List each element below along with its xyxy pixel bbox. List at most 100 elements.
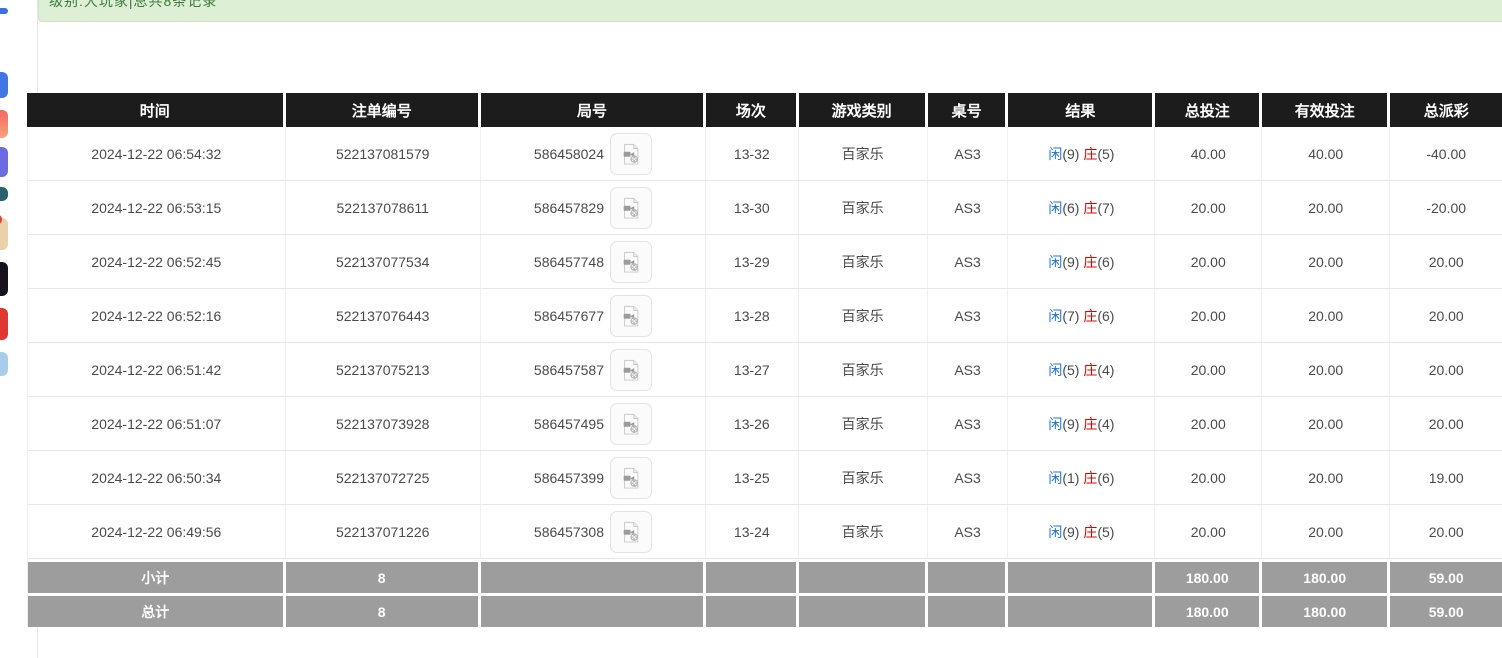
video-replay-button[interactable] — [610, 403, 652, 445]
video-replay-button[interactable] — [610, 457, 652, 499]
column-header-1: 注单编号 — [286, 93, 481, 127]
cell-round-number: 586457308 — [481, 505, 706, 559]
banker-label: 庄 — [1083, 362, 1097, 378]
cell-game-type: 百家乐 — [799, 289, 928, 343]
banker-label: 庄 — [1083, 524, 1097, 540]
cell-payout: 19.00 — [1390, 451, 1502, 505]
round-number-group: 586457748 — [534, 241, 652, 283]
column-header-3: 场次 — [706, 93, 798, 127]
round-number-group: 586458024 — [534, 133, 652, 175]
cell-result: 闲(9) 庄(6) — [1008, 235, 1155, 289]
cell-payout: 20.00 — [1390, 235, 1502, 289]
cell-total-bet[interactable]: 20.00 — [1155, 505, 1262, 559]
black-app-icon — [0, 262, 8, 296]
column-header-6: 结果 — [1008, 93, 1155, 127]
cell-result: 闲(9) 庄(4) — [1008, 397, 1155, 451]
round-number-group: 586457308 — [534, 511, 652, 553]
cell-valid-bet: 20.00 — [1262, 505, 1390, 559]
cell-valid-bet: 20.00 — [1262, 181, 1390, 235]
banker-label: 庄 — [1083, 146, 1097, 162]
cell-table-number: AS3 — [928, 397, 1009, 451]
summary-empty — [928, 559, 1009, 593]
cell-payout: 20.00 — [1390, 289, 1502, 343]
cell-result: 闲(1) 庄(6) — [1008, 451, 1155, 505]
round-number: 586457587 — [534, 362, 604, 378]
summary-empty — [706, 593, 798, 627]
table-row: 2024-12-22 06:50:34522137072725586457399… — [27, 451, 1502, 505]
video-replay-button[interactable] — [610, 133, 652, 175]
cell-table-number: AS3 — [928, 289, 1009, 343]
banker-label: 庄 — [1083, 416, 1097, 432]
cell-table-number: AS3 — [928, 235, 1009, 289]
video-replay-button[interactable] — [610, 187, 652, 229]
cell-game-type: 百家乐 — [799, 397, 928, 451]
bet-history-page: 级别:大玩家|总共8条记录 时间注单编号局号场次游戏类别桌号结果总投注有效投注总… — [0, 0, 1502, 658]
blue-dash-icon — [0, 8, 8, 14]
cell-bet-number: 522137071226 — [286, 505, 481, 559]
cell-result: 闲(6) 庄(7) — [1008, 181, 1155, 235]
cell-bet-number: 522137075213 — [286, 343, 481, 397]
cell-total-bet[interactable]: 20.00 — [1155, 343, 1262, 397]
cell-table-number: AS3 — [928, 127, 1009, 181]
player-points: (1) — [1062, 470, 1079, 486]
cell-game-type: 百家乐 — [799, 235, 928, 289]
bet-records-table: 时间注单编号局号场次游戏类别桌号结果总投注有效投注总派彩 2024-12-22 … — [27, 93, 1502, 627]
red-app-icon — [0, 308, 8, 340]
player-points: (6) — [1062, 200, 1079, 216]
player-label: 闲 — [1048, 416, 1062, 432]
cell-total-bet[interactable]: 20.00 — [1155, 289, 1262, 343]
tan-app-icon — [0, 218, 8, 250]
cell-session: 13-27 — [706, 343, 798, 397]
cell-total-bet[interactable]: 20.00 — [1155, 451, 1262, 505]
video-replay-button[interactable] — [610, 241, 652, 283]
video-file-icon — [620, 521, 642, 543]
cell-table-number: AS3 — [928, 343, 1009, 397]
player-points: (7) — [1062, 308, 1079, 324]
player-label: 闲 — [1048, 254, 1062, 270]
summary-label: 总计 — [27, 593, 286, 627]
round-number: 586457677 — [534, 308, 604, 324]
player-label: 闲 — [1048, 200, 1062, 216]
cell-total-bet[interactable]: 20.00 — [1155, 397, 1262, 451]
cell-payout: 20.00 — [1390, 505, 1502, 559]
cell-total-bet[interactable]: 40.00 — [1155, 127, 1262, 181]
banker-points: (5) — [1097, 524, 1114, 540]
tan-app-icon-dot — [0, 214, 2, 225]
cell-time: 2024-12-22 06:52:45 — [27, 235, 286, 289]
table-row: 2024-12-22 06:54:32522137081579586458024… — [27, 127, 1502, 181]
cell-round-number: 586457677 — [481, 289, 706, 343]
cell-total-bet[interactable]: 20.00 — [1155, 181, 1262, 235]
cell-session: 13-32 — [706, 127, 798, 181]
round-number: 586457829 — [534, 200, 604, 216]
cell-valid-bet: 20.00 — [1262, 397, 1390, 451]
round-number-group: 586457495 — [534, 403, 652, 445]
summary-empty — [706, 559, 798, 593]
summary-empty — [1008, 559, 1155, 593]
cell-time: 2024-12-22 06:51:42 — [27, 343, 286, 397]
column-header-5: 桌号 — [928, 93, 1009, 127]
banker-points: (6) — [1097, 470, 1114, 486]
cell-time: 2024-12-22 06:53:15 — [27, 181, 286, 235]
video-replay-button[interactable] — [610, 295, 652, 337]
cell-round-number: 586457587 — [481, 343, 706, 397]
cell-payout: -20.00 — [1390, 181, 1502, 235]
video-replay-button[interactable] — [610, 511, 652, 553]
summary-empty — [481, 559, 706, 593]
banner-text: 级别:大玩家|总共8条记录 — [49, 0, 217, 11]
cell-table-number: AS3 — [928, 505, 1009, 559]
column-header-0: 时间 — [27, 93, 286, 127]
cell-total-bet[interactable]: 20.00 — [1155, 235, 1262, 289]
video-replay-button[interactable] — [610, 349, 652, 391]
cell-payout: 20.00 — [1390, 397, 1502, 451]
round-number: 586457399 — [534, 470, 604, 486]
player-points: (9) — [1062, 146, 1079, 162]
cell-round-number: 586457399 — [481, 451, 706, 505]
cell-game-type: 百家乐 — [799, 343, 928, 397]
summary-empty — [799, 559, 928, 593]
cell-game-type: 百家乐 — [799, 451, 928, 505]
banker-label: 庄 — [1083, 254, 1097, 270]
cell-table-number: AS3 — [928, 181, 1009, 235]
summary-valid-bet: 180.00 — [1262, 593, 1390, 627]
cell-session: 13-26 — [706, 397, 798, 451]
cell-session: 13-25 — [706, 451, 798, 505]
